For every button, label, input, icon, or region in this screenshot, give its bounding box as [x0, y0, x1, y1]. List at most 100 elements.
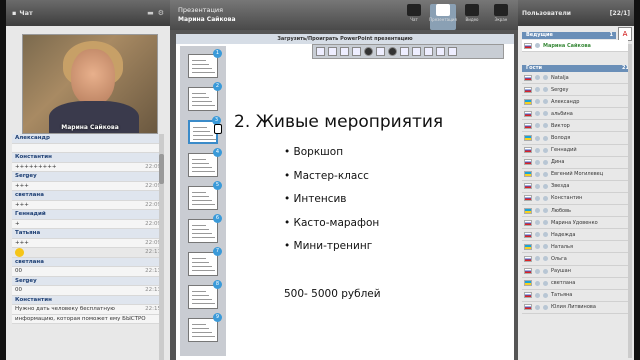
mic-icon	[543, 75, 548, 81]
eraser-tool-icon[interactable]	[424, 47, 433, 56]
guests-group-header[interactable]: Гости 21	[522, 65, 632, 72]
slide-thumbnail[interactable]: 1	[188, 49, 222, 78]
thumb-line	[192, 237, 215, 238]
slide-thumbnail[interactable]: 4	[188, 148, 222, 177]
flag-icon	[524, 280, 532, 287]
mic-icon	[543, 183, 548, 189]
chat-message-text: 00	[15, 287, 22, 294]
user-row[interactable]: Александр	[522, 96, 628, 109]
pen-tool-icon[interactable]	[328, 47, 337, 56]
status-icon	[535, 147, 540, 153]
user-row[interactable]: светлана	[522, 278, 628, 290]
user-name: Наталья	[551, 243, 573, 250]
user-row[interactable]: Звезда	[522, 181, 628, 193]
slide-thumbnail[interactable]: 5	[188, 181, 222, 210]
leaders-label: Ведущие	[526, 32, 553, 38]
flag-icon	[524, 255, 532, 262]
rectangle-tool-icon[interactable]	[376, 47, 385, 56]
user-name: Володя	[551, 135, 571, 142]
user-name: Любовь	[551, 207, 572, 214]
video-person-face	[71, 49, 115, 105]
brush-tool-icon[interactable]	[436, 47, 445, 56]
user-name: альбина	[551, 110, 573, 117]
chat-message-text: +++	[15, 239, 29, 246]
font-size-button[interactable]: A	[618, 27, 632, 41]
thumb-line	[192, 159, 206, 160]
mic-icon	[543, 111, 548, 117]
user-row[interactable]: Марина Удовенко	[522, 217, 628, 230]
chat-scrollbar[interactable]	[159, 134, 164, 360]
tool-chat-button[interactable]: Чат	[401, 4, 427, 30]
slide-thumbnail[interactable]: 8	[188, 280, 222, 309]
circle-tool-icon[interactable]	[364, 47, 373, 56]
minimize-icon[interactable]: ▬	[147, 9, 154, 17]
user-row[interactable]: Юлия Литвинова	[522, 302, 628, 314]
user-row[interactable]: Виктор	[522, 120, 628, 133]
tool-screen-button[interactable]: Экран	[488, 4, 514, 30]
chat-message-text: Константин	[15, 154, 52, 161]
user-row[interactable]: Natalja	[522, 72, 628, 85]
user-row[interactable]: Раушан	[522, 266, 628, 278]
user-name: Евгений Могилевец	[551, 171, 604, 178]
user-name: Марина Удовенко	[551, 219, 598, 226]
video-window[interactable]: Марина Сайкова	[22, 34, 158, 134]
user-row[interactable]: Наталья	[522, 241, 628, 254]
user-row[interactable]: Марина Сайкова	[522, 40, 628, 53]
chat-message: Sergey	[12, 172, 164, 182]
status-icon	[535, 256, 540, 262]
user-row[interactable]: Ольга	[522, 253, 628, 266]
slide-thumbnail[interactable]: 7	[188, 247, 222, 276]
slide-thumbnail[interactable]: 2	[188, 82, 222, 111]
right-border	[634, 0, 640, 360]
status-icon	[535, 292, 540, 298]
text-tool-icon[interactable]	[412, 47, 421, 56]
thumb-line	[192, 233, 212, 234]
user-row[interactable]: Геннадий	[522, 145, 628, 157]
tool-presentation-button[interactable]: Презентация	[429, 4, 457, 30]
thumb-number: 2	[213, 82, 222, 91]
upload-presentation-bar[interactable]: Загрузить/Проиграть PowerPoint презентац…	[176, 34, 514, 44]
pointer-tool-icon[interactable]	[316, 47, 325, 56]
user-row[interactable]: альбина	[522, 108, 628, 121]
slide-thumbnail[interactable]: 9	[188, 313, 222, 342]
user-row[interactable]: Надежда	[522, 229, 628, 242]
mic-icon	[543, 304, 548, 310]
chat-message: 22:11	[12, 247, 164, 258]
user-row[interactable]: Евгений Могилевец	[522, 169, 628, 181]
user-name: Марина Сайкова	[543, 42, 591, 49]
leaders-group-header[interactable]: Ведущие 1	[522, 32, 616, 39]
users-scrollbar[interactable]	[628, 44, 632, 358]
flag-icon	[524, 207, 532, 214]
thumb-line	[192, 171, 215, 172]
user-row[interactable]: Татьяна	[522, 290, 628, 302]
user-row[interactable]: Володя	[522, 132, 628, 145]
tool-video-button[interactable]: Видео	[459, 4, 485, 30]
line-tool-icon[interactable]	[340, 47, 349, 56]
scroll-thumb[interactable]	[159, 154, 164, 184]
user-row[interactable]: Любовь	[522, 205, 628, 218]
square-tool-icon[interactable]	[352, 47, 361, 56]
slide-thumbnail[interactable]: 6	[188, 214, 222, 243]
thumb-line	[192, 270, 215, 271]
user-row[interactable]: Дина	[522, 157, 628, 169]
user-row[interactable]: Константин	[522, 193, 628, 206]
slide-bullets: ВоркшопМастер-классИнтенсивКасто-марафон…	[284, 146, 380, 264]
guests-list: Natalja Sergey Александр альбина Виктор Волод…	[522, 72, 628, 314]
ellipse-tool-icon[interactable]	[388, 47, 397, 56]
thumb-line	[192, 299, 212, 300]
slide-thumbnails: 123456789	[180, 46, 226, 356]
thumb-line	[192, 163, 209, 164]
thumb-line	[192, 262, 209, 263]
user-row[interactable]: Sergey	[522, 84, 628, 97]
color-tool-icon[interactable]	[448, 47, 457, 56]
chat-messages[interactable]: Александр Константин +++++++++ 22:09 Sergey +…	[12, 134, 164, 360]
user-name: Natalja	[551, 74, 569, 81]
settings-icon[interactable]: ⚙	[158, 9, 164, 17]
bullet-item: Касто-марафон	[284, 217, 380, 241]
thumb-line	[192, 64, 209, 65]
user-name: Александр	[551, 98, 580, 105]
thumb-number: 4	[213, 148, 222, 157]
thumb-line	[192, 266, 212, 267]
fill-tool-icon[interactable]	[400, 47, 409, 56]
mic-icon	[543, 135, 548, 141]
